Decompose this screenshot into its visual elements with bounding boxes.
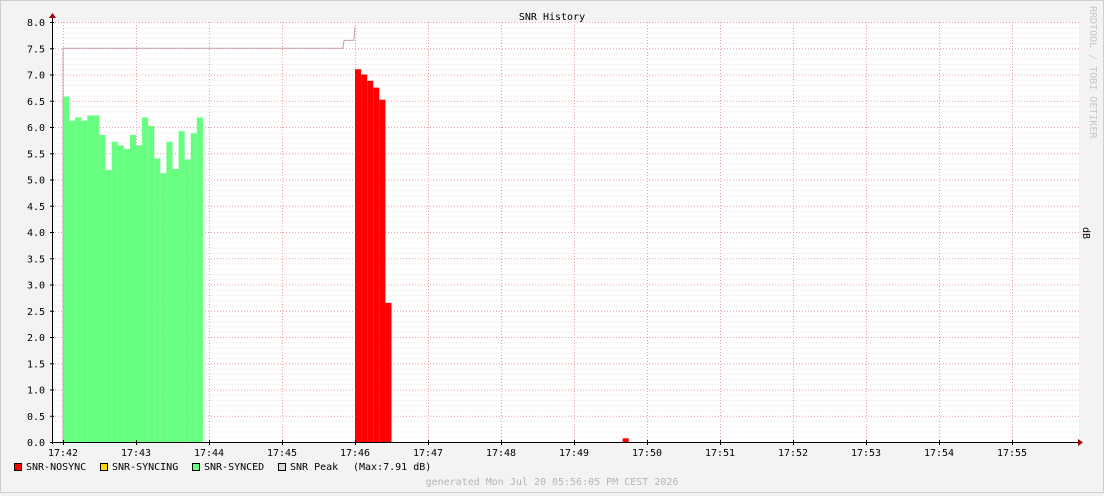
snr-synced-bar bbox=[136, 145, 143, 442]
x-tick-label: 17:45 bbox=[267, 448, 297, 459]
snr-nosync-bar bbox=[355, 69, 362, 442]
legend-label: SNR-SYNCING bbox=[112, 462, 178, 473]
snr-synced-bar bbox=[184, 159, 191, 443]
legend-label: SNR-SYNCED bbox=[204, 462, 264, 473]
y-tick-label: 7.5 bbox=[27, 44, 45, 55]
vertical-watermark: RRDTOOL / TOBI OETIKER bbox=[1087, 6, 1098, 139]
y-tick-label: 2.5 bbox=[27, 307, 45, 318]
snr-synced-bar bbox=[178, 131, 185, 442]
y-axis-arrow-icon bbox=[49, 13, 56, 18]
x-tick-label: 17:50 bbox=[632, 448, 662, 459]
snr-synced-bar bbox=[63, 96, 70, 443]
snr-synced-bar bbox=[69, 120, 76, 442]
snr-synced-bar bbox=[87, 115, 94, 442]
graph-frame: 0.0 0.5 1.0 1.5 2.0 2.5 3.0 3.5 4.0 4.5 5.0 5.5 6.0 6… bbox=[0, 0, 1104, 493]
x-tick-label: 17:46 bbox=[340, 448, 370, 459]
snr-synced-bar bbox=[196, 117, 203, 443]
generated-timestamp: generated Mon Jul 20 05:56:05 PM CEST 20… bbox=[426, 477, 679, 488]
snr-synced-bar bbox=[123, 149, 130, 443]
snr-synced-bar bbox=[129, 134, 136, 442]
snr-synced-bar bbox=[190, 133, 197, 443]
legend-swatch-snr-nosync bbox=[14, 463, 22, 471]
snr-nosync-bar bbox=[361, 74, 368, 442]
y-tick-label: 0.0 bbox=[27, 438, 45, 449]
y-tick-label: 5.5 bbox=[27, 149, 45, 160]
y-tick-label: 6.0 bbox=[27, 123, 45, 134]
legend-swatch-snr-peak bbox=[278, 463, 286, 471]
snr-synced-bar bbox=[111, 141, 118, 442]
y-tick-label: 0.5 bbox=[27, 412, 45, 423]
x-tick-label: 17:54 bbox=[924, 448, 954, 459]
x-axis-arrow-icon bbox=[1078, 439, 1083, 446]
x-tick-label: 17:47 bbox=[413, 448, 443, 459]
x-tick-label: 17:49 bbox=[559, 448, 589, 459]
x-tick-label: 17:51 bbox=[705, 448, 735, 459]
snr-synced-bar bbox=[105, 170, 112, 443]
legend-max-note: (Max:7.91 dB) bbox=[353, 462, 431, 473]
snr-nosync-bar bbox=[379, 99, 386, 442]
snr-synced-bar bbox=[160, 173, 167, 442]
legend-swatch-snr-syncing bbox=[100, 463, 108, 471]
y-axis-label: dB bbox=[1080, 227, 1091, 239]
snr-synced-bar bbox=[81, 120, 88, 442]
snr-synced-bar bbox=[148, 125, 155, 442]
legend-swatch-snr-synced bbox=[192, 463, 200, 471]
snr-synced-bar bbox=[117, 145, 124, 442]
x-tick-label: 17:52 bbox=[778, 448, 808, 459]
snr-nosync-bar bbox=[385, 302, 392, 442]
snr-history-chart: 0.0 0.5 1.0 1.5 2.0 2.5 3.0 3.5 4.0 4.5 5.0 5.5 6.0 6… bbox=[14, 6, 1098, 488]
y-tick-label: 6.5 bbox=[27, 97, 45, 108]
y-tick-label: 3.0 bbox=[27, 281, 45, 292]
y-tick-label: 1.0 bbox=[27, 386, 45, 397]
snr-nosync-bar bbox=[373, 87, 380, 442]
x-tick-label: 17:42 bbox=[48, 448, 78, 459]
y-tick-label: 2.0 bbox=[27, 333, 45, 344]
x-tick-label: 17:43 bbox=[121, 448, 151, 459]
snr-nosync-bar bbox=[622, 438, 629, 442]
y-tick-label: 5.0 bbox=[27, 176, 45, 187]
y-tick-label: 3.5 bbox=[27, 254, 45, 265]
snr-synced-bar bbox=[142, 117, 149, 443]
legend-label: SNR-NOSYNC bbox=[26, 462, 86, 473]
x-tick-label: 17:44 bbox=[194, 448, 224, 459]
snr-nosync-bar bbox=[367, 80, 374, 443]
legend-label: SNR Peak bbox=[290, 462, 338, 473]
y-tick-label: 4.5 bbox=[27, 202, 45, 213]
snr-synced-bar bbox=[166, 141, 173, 442]
snr-synced-bar bbox=[172, 169, 179, 442]
y-tick-label: 1.5 bbox=[27, 359, 45, 370]
x-tick-label: 17:53 bbox=[851, 448, 881, 459]
legend: SNR-NOSYNC SNR-SYNCING SNR-SYNCED SNR Peak bbox=[14, 462, 338, 473]
snr-synced-bar bbox=[75, 117, 82, 443]
y-tick-labels: 0.0 0.5 1.0 1.5 2.0 2.5 3.0 3.5 4.0 4.5 5.0 5.5 6.0 6… bbox=[27, 18, 54, 449]
snr-synced-bar bbox=[154, 158, 161, 442]
y-tick-label: 4.0 bbox=[27, 228, 45, 239]
snr-synced-bar bbox=[99, 134, 106, 442]
x-tick-label: 17:55 bbox=[997, 448, 1027, 459]
chart-title: SNR History bbox=[519, 12, 585, 23]
x-tick-label: 17:48 bbox=[486, 448, 516, 459]
snr-synced-bar bbox=[93, 115, 100, 442]
y-tick-label: 7.0 bbox=[27, 71, 45, 82]
y-tick-label: 8.0 bbox=[27, 18, 45, 29]
